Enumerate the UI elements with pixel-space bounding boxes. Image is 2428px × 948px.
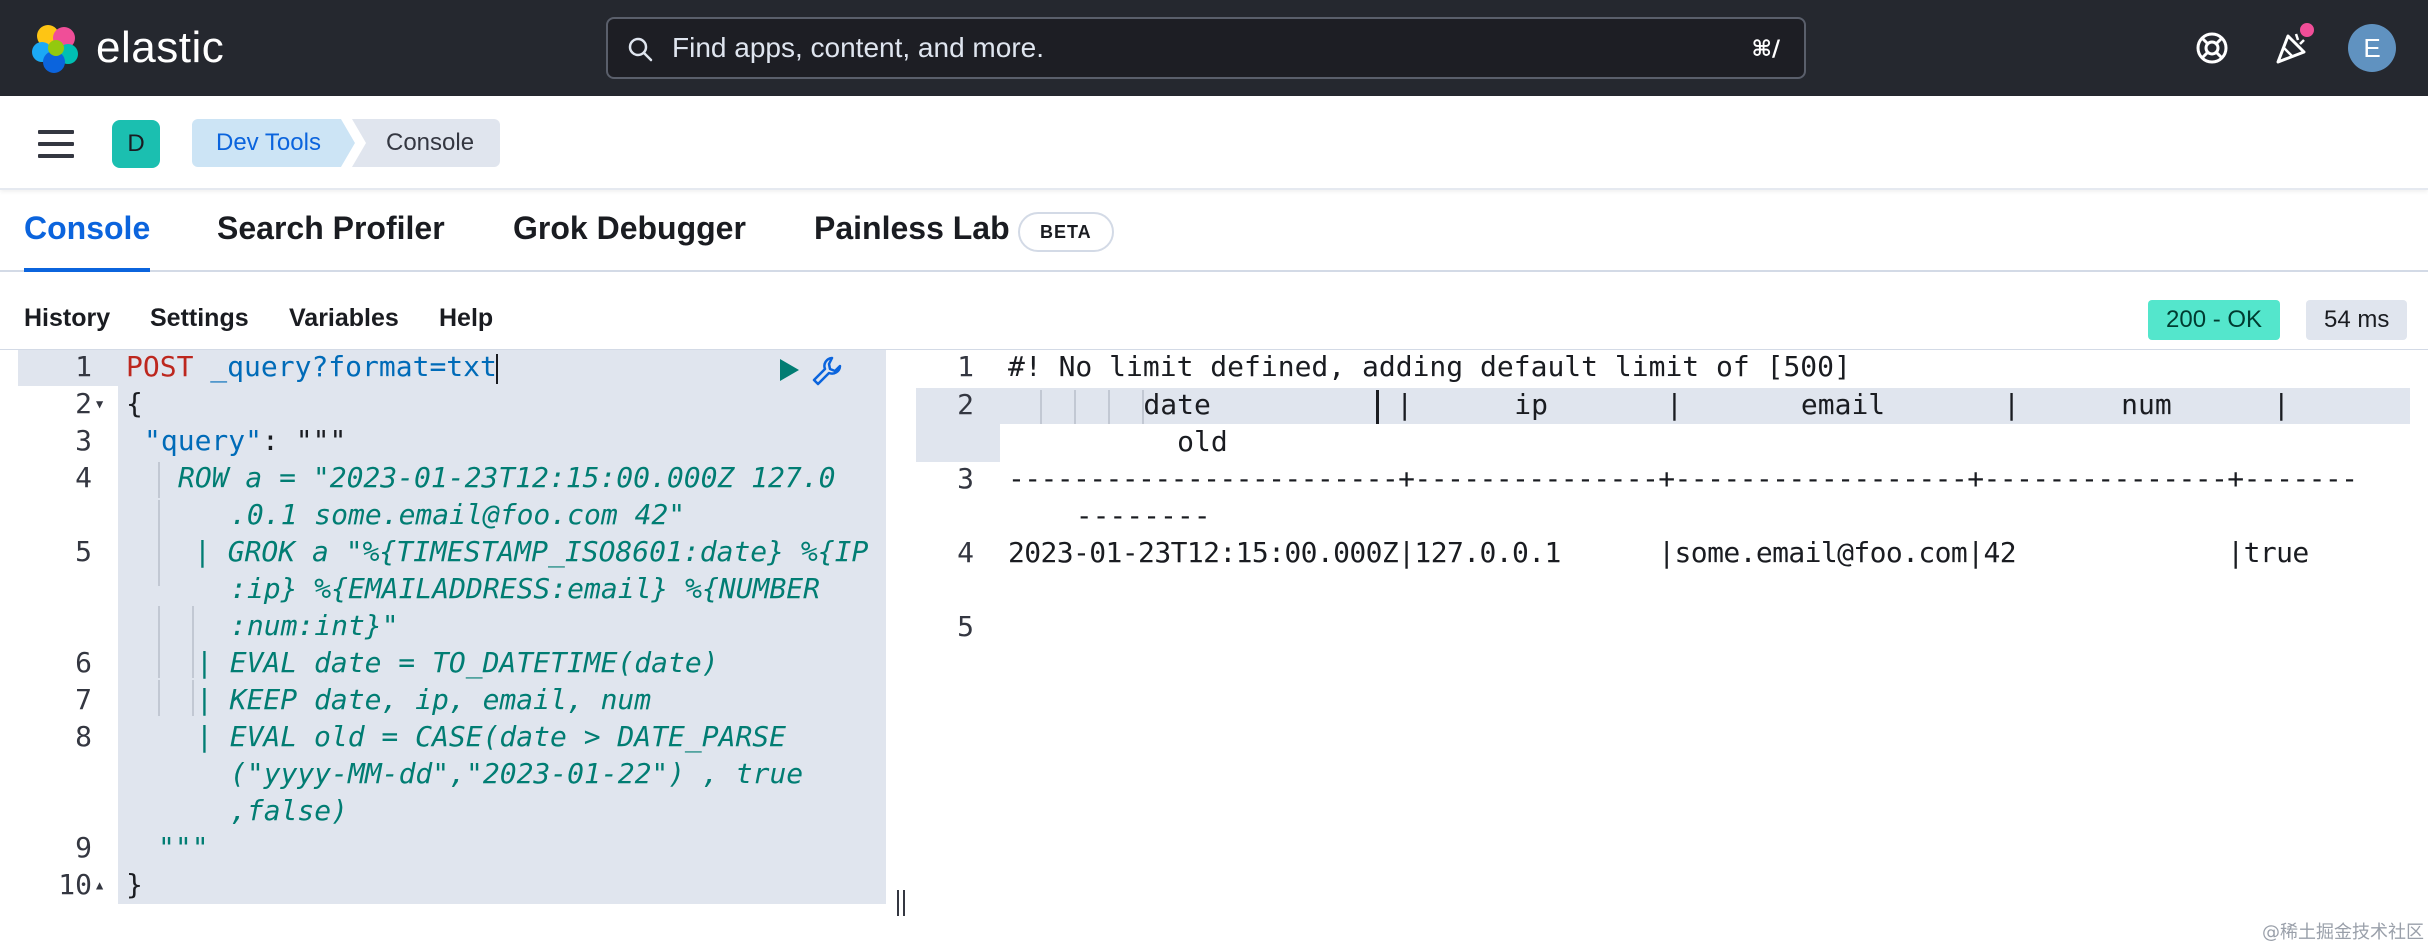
help-button[interactable]: Help [439, 304, 493, 333]
tab-painless-lab[interactable]: Painless Lab [814, 210, 1010, 272]
breadcrumb-dev-tools[interactable]: Dev Tools [192, 119, 355, 167]
output-line: date | ip | email | num | [1076, 388, 2290, 421]
line-number: 7 [75, 683, 92, 716]
status-badge: 200 - OK [2148, 300, 2281, 340]
code-line: "query": """ [144, 424, 347, 457]
fold-toggle-icon[interactable]: ▼ [96, 397, 103, 411]
line-number: 1 [957, 350, 974, 383]
beta-badge: BETA [1018, 212, 1114, 252]
text-cursor [496, 354, 498, 384]
code-line-wrapped: :num:int}" [230, 609, 399, 642]
history-button[interactable]: History [24, 304, 110, 333]
global-search[interactable]: ⌘/ [606, 17, 1806, 79]
line-number: 2 [957, 388, 974, 421]
line-number: 4 [75, 461, 92, 494]
code-line: ROW a = "2023-01-23T12:15:00.000Z 127.0 [178, 461, 836, 494]
help-icon[interactable] [2190, 26, 2234, 70]
top-header: elastic ⌘/ E [0, 0, 2428, 96]
code-line-wrapped: .0.1 some.email@foo.com 42" [230, 498, 686, 531]
code-line: """ [158, 831, 209, 864]
resize-grip-icon[interactable] [897, 890, 905, 916]
search-icon [628, 37, 653, 62]
code-line: | EVAL date = TO_DATETIME(date) [196, 646, 719, 679]
breadcrumb-bar: D Dev Tools Console [0, 96, 2428, 190]
line-number: 5 [75, 535, 92, 568]
code-line: POST _query?format=txt [126, 350, 497, 383]
line-number: 10 [58, 868, 92, 901]
code-line: { [126, 387, 143, 420]
code-line-wrapped: ("yyyy-MM-dd","2023-01-22") , true [230, 757, 804, 790]
console-toolbar: History Settings Variables Help 200 - OK… [0, 272, 2428, 350]
search-shortcut: ⌘/ [1751, 37, 1780, 62]
code-line: } [126, 868, 143, 901]
output-line: ------------------------+---------------… [1008, 462, 2358, 495]
tab-grok-debugger[interactable]: Grok Debugger [513, 210, 746, 272]
menu-toggle-icon[interactable] [38, 130, 74, 158]
brand-name[interactable]: elastic [96, 23, 224, 73]
line-number: 3 [75, 424, 92, 457]
variables-button[interactable]: Variables [289, 304, 399, 333]
line-number: 9 [75, 831, 92, 864]
watermark: @稀土掘金技术社区 [2262, 922, 2424, 943]
search-input[interactable] [672, 29, 1672, 67]
send-request-play-icon[interactable] [776, 356, 802, 384]
line-number: 4 [957, 536, 974, 569]
output-line: 2023-01-23T12:15:00.000Z|127.0.0.1 |some… [1008, 536, 2309, 569]
tab-search-profiler[interactable]: Search Profiler [217, 210, 445, 272]
tab-console[interactable]: Console [24, 210, 151, 272]
request-editor[interactable]: 1 2 ▼ 3 4 5 6 7 8 9 10 ▲ POST _query?for… [18, 350, 886, 948]
code-line: | GROK a "%{TIMESTAMP_ISO8601:date} %{IP [194, 535, 869, 568]
dev-tools-tabs: Console Search Profiler Grok Debugger Pa… [0, 190, 2428, 272]
output-line-wrapped: -------- [1042, 499, 1211, 532]
elastic-logo-icon[interactable] [30, 22, 82, 74]
wrench-actions-icon[interactable] [810, 354, 844, 388]
pane-resizer[interactable] [886, 350, 916, 948]
output-line-wrapped: old [1076, 425, 1228, 458]
notification-dot [2298, 21, 2316, 39]
code-line: | EVAL old = CASE(date > DATE_PARSE [196, 720, 787, 753]
code-line-wrapped: ,false) [230, 794, 349, 827]
breadcrumb-console: Console [352, 119, 501, 167]
response-output[interactable]: 1 2 3 4 5 #! No limit defined, adding de… [916, 350, 2410, 948]
output-line: #! No limit defined, adding default limi… [1008, 350, 1851, 383]
code-line-wrapped: :ip} %{EMAILADDRESS:email} %{NUMBER [230, 572, 821, 605]
settings-button[interactable]: Settings [150, 304, 249, 333]
request-time-badge: 54 ms [2306, 300, 2408, 340]
line-number: 6 [75, 646, 92, 679]
line-number: 1 [75, 350, 92, 383]
user-avatar[interactable]: E [2348, 24, 2396, 72]
line-number: 5 [957, 610, 974, 643]
line-number: 8 [75, 720, 92, 753]
fold-toggle-icon[interactable]: ▲ [96, 878, 103, 892]
text-cursor [1376, 390, 1379, 424]
space-avatar[interactable]: D [112, 120, 160, 168]
line-number: 2 [75, 387, 92, 420]
code-line: | KEEP date, ip, email, num [196, 683, 652, 716]
line-number: 3 [957, 462, 974, 495]
